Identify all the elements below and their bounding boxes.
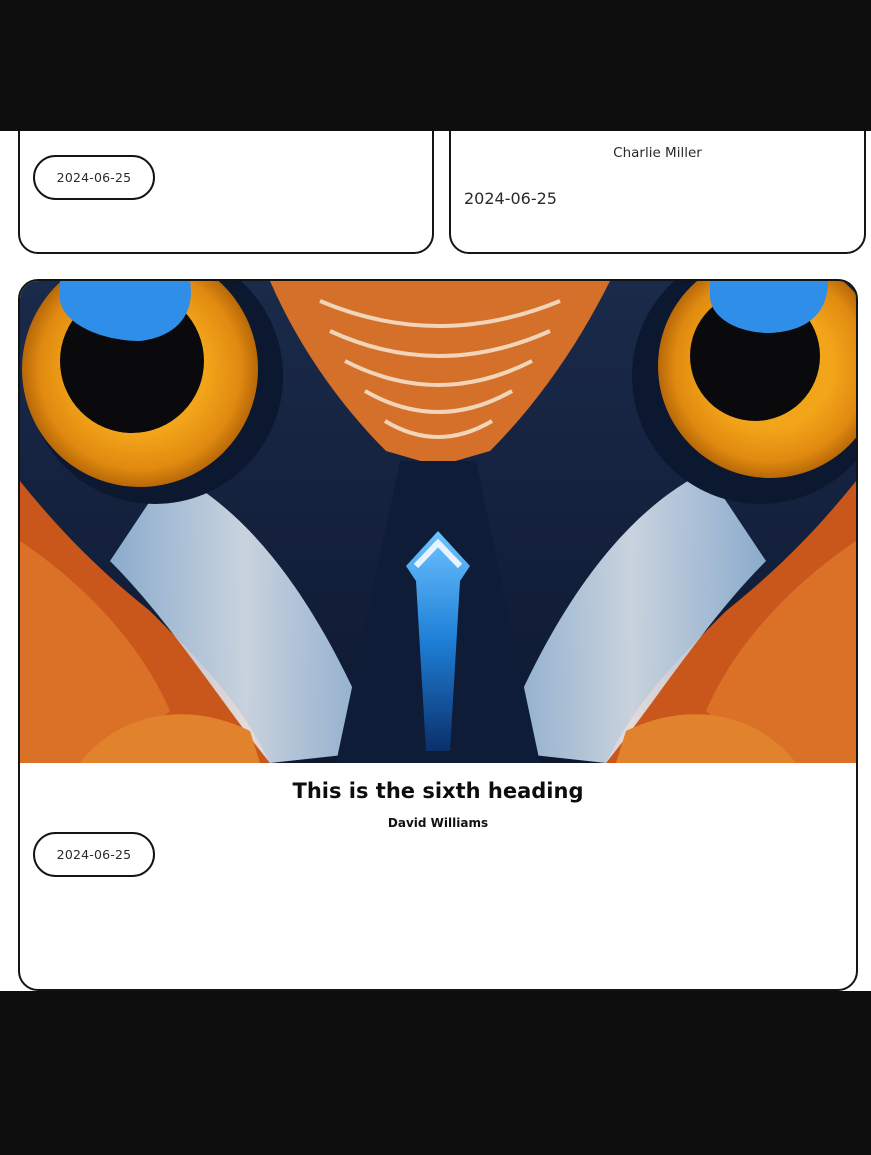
- post-card[interactable]: Anushka 2024-06-25: [18, 131, 434, 254]
- date-badge: 2024-06-25: [33, 832, 155, 877]
- post-heading[interactable]: This is the sixth heading: [20, 779, 856, 803]
- post-date: 2024-06-25: [464, 189, 557, 208]
- feed-viewport: Anushka 2024-06-25 Charlie Miller 2024-0…: [0, 131, 871, 991]
- post-author: Anushka: [196, 131, 276, 140]
- post-author: David Williams: [387, 816, 489, 830]
- post-card[interactable]: Charlie Miller 2024-06-25: [449, 131, 866, 254]
- post-card[interactable]: This is the sixth heading David Williams…: [18, 279, 858, 991]
- date-badge: 2024-06-25: [33, 155, 155, 200]
- post-image: [20, 281, 856, 763]
- post-author: Charlie Miller: [613, 145, 702, 161]
